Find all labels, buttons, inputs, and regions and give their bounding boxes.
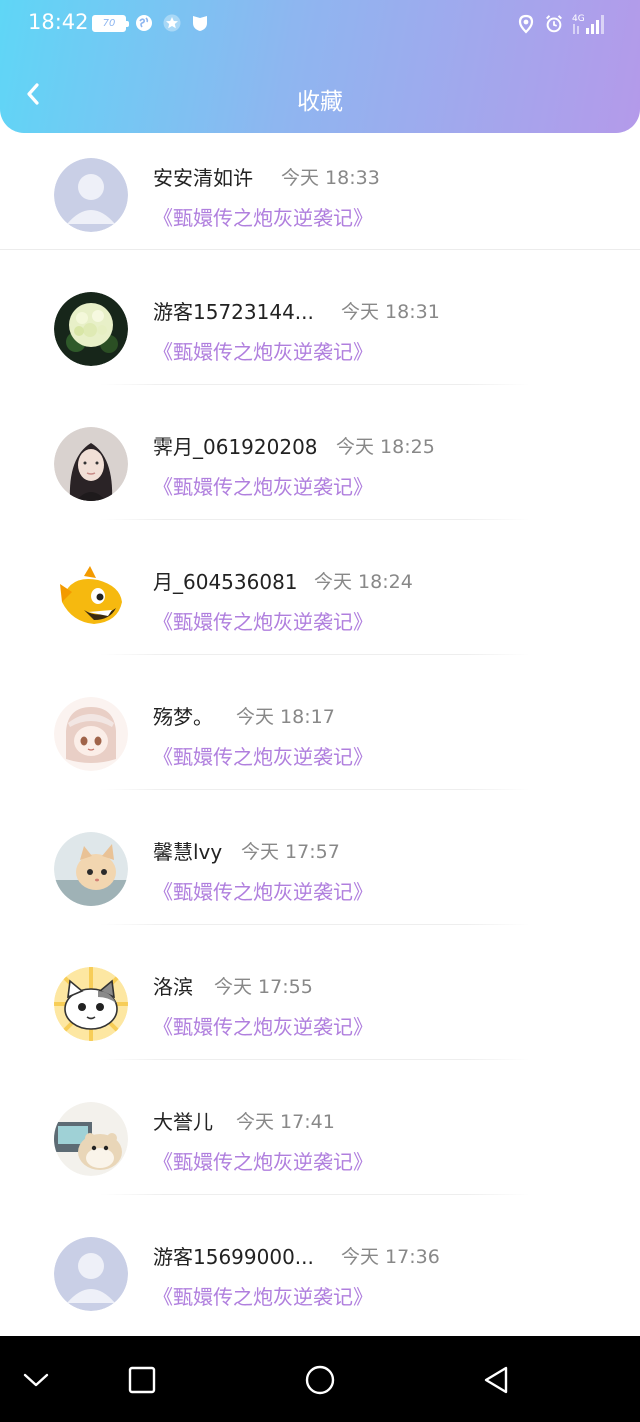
book-title-link[interactable]: 《甄嬛传之炮灰逆袭记》 [153, 876, 373, 905]
favorite-time: 今天 17:41 [236, 1111, 335, 1133]
status-right-icons: 4G [516, 12, 612, 36]
shield-icon [193, 16, 207, 31]
signal-4g-icon: 4G [572, 14, 604, 34]
user-name: 月_604536081 [153, 570, 298, 594]
user-name: 霁月_061920208 [153, 435, 318, 459]
header: 18:42 70 4G 收藏 [0, 0, 640, 133]
list-item[interactable]: 游客15723144... 今天 18:31 《甄嬛传之炮灰逆袭记》 [0, 250, 640, 385]
yellow-fish-avatar-icon[interactable] [54, 562, 128, 636]
nav-bar: 收藏 [0, 70, 640, 122]
favorite-time: 今天 18:17 [236, 706, 335, 728]
user-name: 洛滨 [153, 975, 193, 999]
user-name: 馨慧lvy [153, 840, 223, 864]
favorite-time: 今天 17:36 [341, 1246, 440, 1268]
book-title-link[interactable]: 《甄嬛传之炮灰逆袭记》 [153, 606, 373, 635]
cartoon-cat-avatar-icon[interactable] [54, 967, 128, 1041]
hamster-avatar-icon[interactable] [54, 1102, 128, 1176]
book-title-link[interactable]: 《甄嬛传之炮灰逆袭记》 [153, 202, 373, 231]
battery-icon: 70 [92, 14, 129, 32]
list-item[interactable]: 月_604536081 今天 18:24 《甄嬛传之炮灰逆袭记》 [0, 520, 640, 655]
girl-photo-avatar-icon[interactable] [54, 427, 128, 501]
book-title-link[interactable]: 《甄嬛传之炮灰逆袭记》 [153, 471, 373, 500]
anime-girl-avatar-icon[interactable] [54, 697, 128, 771]
status-bar: 18:42 70 4G [0, 0, 640, 50]
kitten-avatar-icon[interactable] [54, 832, 128, 906]
hydrangea-avatar-icon[interactable] [54, 292, 128, 366]
globe-icon [136, 15, 152, 31]
list-item[interactable]: 殇梦。 今天 18:17 《甄嬛传之炮灰逆袭记》 [0, 655, 640, 790]
list-item[interactable]: 游客15699000... 今天 17:36 《甄嬛传之炮灰逆袭记》 [0, 1195, 640, 1330]
favorite-time: 今天 17:57 [241, 841, 340, 863]
status-left-icons: 70 [92, 13, 210, 33]
list-item[interactable]: 洛滨 今天 17:55 《甄嬛传之炮灰逆袭记》 [0, 925, 640, 1060]
status-time: 18:42 [28, 10, 89, 34]
list-item[interactable]: 安安清如许 今天 18:33 《甄嬛传之炮灰逆袭记》 [0, 150, 640, 250]
page-title: 收藏 [297, 89, 343, 115]
back-triangle-icon[interactable] [478, 1362, 514, 1398]
list-item[interactable]: 大誉儿 今天 17:41 《甄嬛传之炮灰逆袭记》 [0, 1060, 640, 1195]
star-icon [163, 14, 181, 32]
favorite-time: 今天 18:25 [336, 436, 435, 458]
default-avatar-icon[interactable] [54, 158, 128, 232]
user-name: 大誉儿 [153, 1110, 213, 1134]
location-icon [518, 14, 534, 34]
user-name: 游客15699000... [153, 1245, 314, 1269]
user-name: 游客15723144... [153, 300, 314, 324]
alarm-icon [546, 15, 562, 33]
book-title-link[interactable]: 《甄嬛传之炮灰逆袭记》 [153, 1146, 373, 1175]
system-nav-bar [0, 1336, 640, 1422]
favorites-list: 安安清如许 今天 18:33 《甄嬛传之炮灰逆袭记》 游客15723144...… [0, 150, 640, 1330]
favorite-time: 今天 17:55 [214, 976, 313, 998]
favorite-time: 今天 18:24 [314, 571, 413, 593]
network-label: 4G [572, 14, 585, 24]
user-name: 殇梦。 [153, 705, 213, 729]
chevron-down-icon[interactable] [18, 1362, 54, 1398]
list-item[interactable]: 馨慧lvy 今天 17:57 《甄嬛传之炮灰逆袭记》 [0, 790, 640, 925]
book-title-link[interactable]: 《甄嬛传之炮灰逆袭记》 [153, 1281, 373, 1310]
book-title-link[interactable]: 《甄嬛传之炮灰逆袭记》 [153, 336, 373, 365]
home-icon[interactable] [302, 1362, 338, 1398]
book-title-link[interactable]: 《甄嬛传之炮灰逆袭记》 [153, 1011, 373, 1040]
user-name: 安安清如许 [153, 166, 253, 190]
favorite-time: 今天 18:31 [341, 301, 440, 323]
default-avatar-icon[interactable] [54, 1237, 128, 1311]
favorite-time: 今天 18:33 [281, 167, 380, 189]
recent-apps-icon[interactable] [124, 1362, 160, 1398]
book-title-link[interactable]: 《甄嬛传之炮灰逆袭记》 [153, 741, 373, 770]
list-item[interactable]: 霁月_061920208 今天 18:25 《甄嬛传之炮灰逆袭记》 [0, 385, 640, 520]
